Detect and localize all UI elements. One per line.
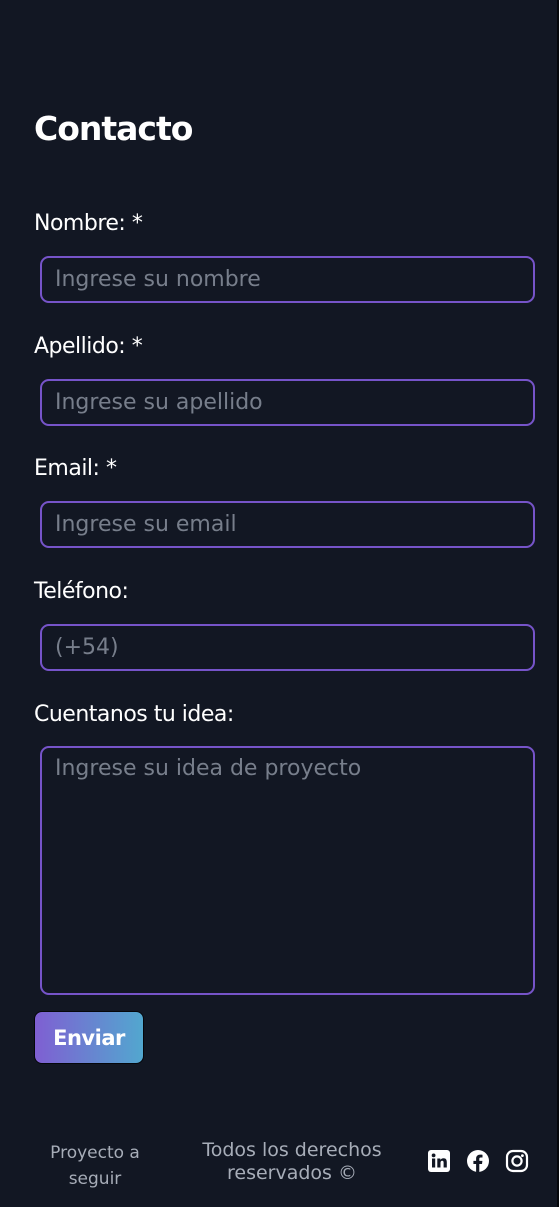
- footer-rights-text: Todos los derechos reservados ©: [190, 1139, 394, 1185]
- apellido-label: Apellido: *: [34, 334, 143, 359]
- idea-textarea[interactable]: [40, 746, 535, 995]
- footer-rights-line-2: reservados ©: [227, 1162, 357, 1184]
- instagram-icon: [505, 1149, 529, 1173]
- page-title: Contacto: [34, 109, 193, 148]
- telefono-label: Teléfono:: [34, 579, 129, 604]
- footer-rights-line-1: Todos los derechos: [202, 1139, 382, 1161]
- instagram-link[interactable]: [505, 1149, 529, 1173]
- email-input[interactable]: [40, 501, 535, 548]
- email-label: Email: *: [34, 456, 117, 481]
- nombre-input[interactable]: [40, 256, 535, 303]
- submit-button[interactable]: Enviar: [34, 1011, 144, 1064]
- telefono-input[interactable]: [40, 624, 535, 671]
- footer-project-line-1: Proyecto a: [50, 1143, 140, 1163]
- facebook-link[interactable]: [466, 1149, 490, 1173]
- linkedin-link[interactable]: [427, 1149, 451, 1173]
- facebook-icon: [467, 1150, 489, 1172]
- nombre-label: Nombre: *: [34, 211, 143, 236]
- idea-label: Cuentanos tu idea:: [34, 702, 234, 727]
- footer-project-text: Proyecto a seguir: [40, 1140, 150, 1192]
- footer-project-line-2: seguir: [68, 1169, 122, 1189]
- linkedin-icon: [428, 1150, 450, 1172]
- apellido-input[interactable]: [40, 379, 535, 426]
